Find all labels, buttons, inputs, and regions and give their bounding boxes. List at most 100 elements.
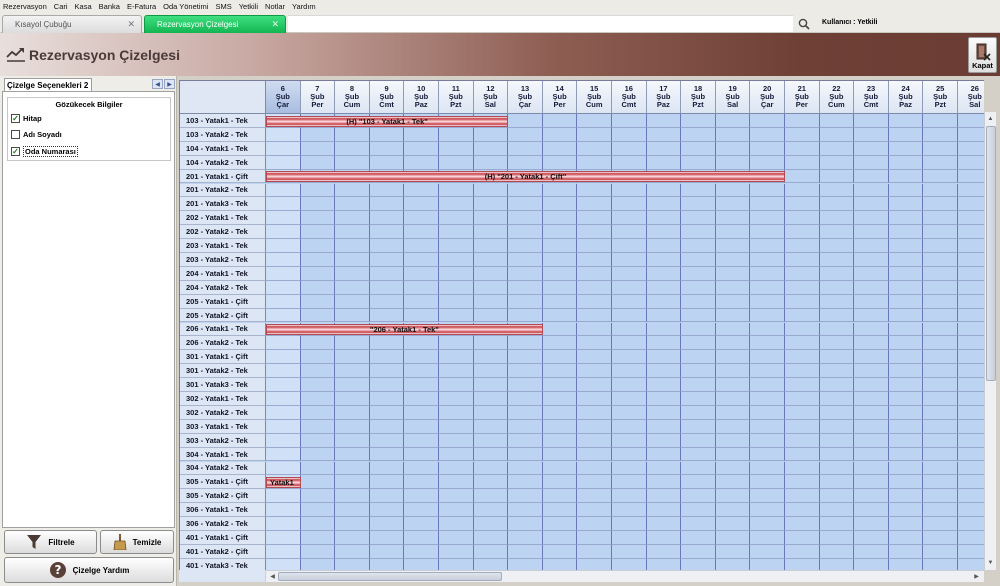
grid-cell[interactable]	[612, 239, 647, 253]
grid-cell[interactable]	[266, 392, 301, 406]
scroll-left-icon[interactable]: ◀	[267, 571, 278, 581]
grid-cell[interactable]	[750, 280, 785, 295]
grid-cell[interactable]	[508, 280, 543, 295]
grid-cell[interactable]	[404, 280, 439, 295]
grid-cell[interactable]	[958, 531, 984, 545]
grid-cell[interactable]	[508, 114, 543, 128]
grid-cell[interactable]	[750, 350, 785, 365]
grid-cell[interactable]	[958, 447, 984, 462]
grid-cell[interactable]	[923, 197, 958, 212]
grid-cell[interactable]	[715, 294, 751, 309]
grid-cell[interactable]	[542, 517, 578, 531]
grid-cell[interactable]	[646, 461, 682, 476]
grid-cell[interactable]	[854, 336, 889, 351]
menu-item[interactable]: Oda Yönetimi	[163, 2, 208, 11]
grid-cell[interactable]	[439, 544, 474, 559]
grid-cell[interactable]	[473, 197, 509, 212]
grid-cell[interactable]	[681, 322, 716, 337]
grid-cell[interactable]	[819, 225, 855, 240]
grid-cell[interactable]	[300, 239, 336, 253]
grid-cell[interactable]	[612, 127, 647, 142]
grid-cell[interactable]	[612, 405, 647, 420]
grid-cell[interactable]	[785, 183, 820, 198]
grid-cell[interactable]	[266, 419, 301, 434]
grid-cell[interactable]	[508, 503, 543, 518]
grid-cell[interactable]	[369, 183, 405, 198]
grid-cell[interactable]	[612, 114, 647, 128]
grid-cell[interactable]	[577, 294, 612, 309]
grid-cell[interactable]	[715, 225, 751, 240]
grid-cell[interactable]	[300, 183, 336, 198]
menu-item[interactable]: SMS	[215, 2, 231, 11]
grid-cell[interactable]	[750, 419, 785, 434]
grid-cell[interactable]	[266, 517, 301, 531]
clear-button[interactable]: Temizle	[100, 530, 174, 554]
grid-cell[interactable]	[958, 433, 984, 448]
grid-cell[interactable]	[508, 350, 543, 365]
grid-cell[interactable]	[923, 280, 958, 295]
grid-cell[interactable]	[335, 183, 370, 198]
grid-cell[interactable]	[819, 489, 855, 504]
day-header[interactable]: 19 Şub Sal	[715, 81, 751, 114]
grid-cell[interactable]	[750, 378, 785, 392]
grid-cell[interactable]	[266, 239, 301, 253]
grid-cell[interactable]	[300, 308, 336, 323]
grid-cell[interactable]	[266, 266, 301, 281]
grid-cell[interactable]	[854, 489, 889, 504]
horizontal-scrollbar[interactable]: ◀ ▶	[266, 570, 984, 582]
grid-cell[interactable]	[819, 433, 855, 448]
day-header[interactable]: 21 Şub Per	[785, 81, 820, 114]
grid-cell[interactable]	[785, 169, 820, 184]
grid-cell[interactable]	[715, 475, 751, 490]
grid-cell[interactable]	[612, 364, 647, 379]
grid-cell[interactable]	[369, 475, 405, 490]
help-button[interactable]: ? Çizelge Yardım	[4, 557, 174, 583]
grid-cell[interactable]	[577, 447, 612, 462]
grid-cell[interactable]	[335, 253, 370, 267]
day-header[interactable]: 26 Şub Sal	[958, 81, 984, 114]
grid-cell[interactable]	[750, 322, 785, 337]
grid-cell[interactable]	[854, 114, 889, 128]
grid-cell[interactable]	[819, 336, 855, 351]
checkbox-oda-numarasi[interactable]: ✓	[11, 147, 20, 156]
grid-cell[interactable]	[369, 517, 405, 531]
grid-cell[interactable]	[369, 294, 405, 309]
grid-cell[interactable]	[854, 127, 889, 142]
grid-cell[interactable]	[266, 350, 301, 365]
grid-cell[interactable]	[646, 127, 682, 142]
grid-cell[interactable]	[854, 308, 889, 323]
grid-cell[interactable]	[335, 489, 370, 504]
grid-cell[interactable]	[646, 280, 682, 295]
grid-cell[interactable]	[646, 378, 682, 392]
checkbox-adi-soyadi[interactable]	[11, 130, 20, 139]
grid-cell[interactable]	[542, 211, 578, 226]
grid-cell[interactable]	[612, 155, 647, 170]
grid-cell[interactable]	[646, 558, 682, 570]
grid-cell[interactable]	[888, 364, 924, 379]
grid-cell[interactable]	[681, 558, 716, 570]
grid-cell[interactable]	[819, 114, 855, 128]
grid-cell[interactable]	[785, 419, 820, 434]
grid-cell[interactable]	[577, 114, 612, 128]
grid-cell[interactable]	[888, 141, 924, 156]
grid-cell[interactable]	[335, 419, 370, 434]
grid-cell[interactable]	[369, 266, 405, 281]
grid-cell[interactable]	[888, 155, 924, 170]
grid-cell[interactable]	[542, 461, 578, 476]
grid-cell[interactable]	[612, 294, 647, 309]
grid-cell[interactable]	[404, 531, 439, 545]
grid-cell[interactable]	[785, 322, 820, 337]
grid-cell[interactable]	[958, 308, 984, 323]
grid-cell[interactable]	[335, 517, 370, 531]
grid-cell[interactable]	[715, 308, 751, 323]
grid-cell[interactable]	[646, 155, 682, 170]
grid-cell[interactable]	[646, 266, 682, 281]
grid-cell[interactable]	[439, 558, 474, 570]
grid-cell[interactable]	[819, 503, 855, 518]
grid-cell[interactable]	[577, 531, 612, 545]
grid-cell[interactable]	[300, 266, 336, 281]
grid-cell[interactable]	[612, 183, 647, 198]
grid-cell[interactable]	[819, 183, 855, 198]
grid-cell[interactable]	[715, 503, 751, 518]
grid-cell[interactable]	[369, 558, 405, 570]
